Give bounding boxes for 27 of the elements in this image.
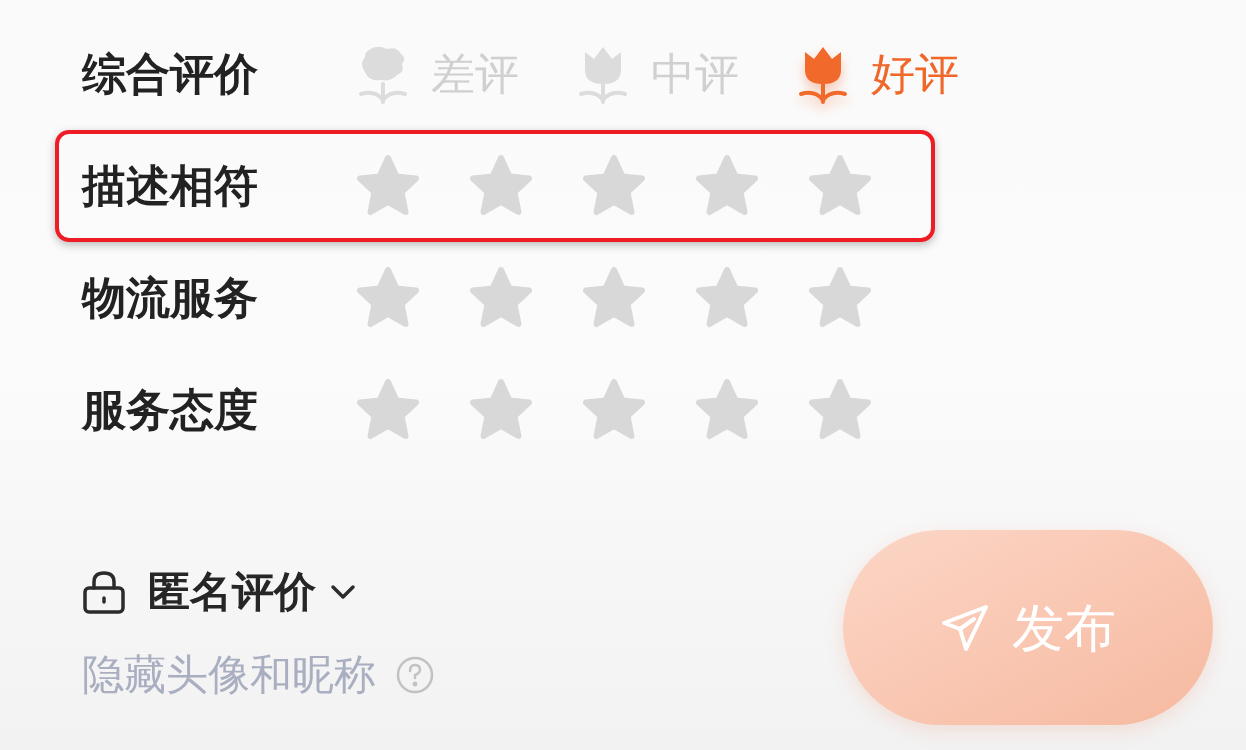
star-icon[interactable] — [468, 378, 534, 442]
star-icon[interactable] — [355, 266, 421, 330]
publish-button[interactable]: 发布 — [843, 530, 1213, 725]
rating-label: 描述相符 — [82, 164, 259, 208]
star-icon[interactable] — [581, 266, 647, 330]
rating-label: 物流服务 — [82, 276, 259, 320]
anonymous-hint-text: 隐藏头像和昵称 — [82, 654, 376, 696]
star-icon[interactable] — [807, 378, 873, 442]
star-icon[interactable] — [807, 154, 873, 218]
star-icon[interactable] — [468, 154, 534, 218]
star-icon[interactable] — [355, 154, 421, 218]
anonymous-dropdown[interactable]: 匿名评价 — [148, 571, 356, 613]
star-icon[interactable] — [694, 378, 760, 442]
star-icon[interactable] — [807, 266, 873, 330]
lock-icon — [82, 570, 126, 614]
star-icon[interactable] — [694, 154, 760, 218]
rating-label: 服务态度 — [82, 388, 259, 432]
star-icon[interactable] — [468, 266, 534, 330]
star-icon[interactable] — [355, 378, 421, 442]
paper-plane-icon — [940, 602, 990, 653]
star-icon[interactable] — [581, 154, 647, 218]
overall-rating-option[interactable]: 好评 — [795, 44, 959, 104]
chevron-down-icon — [330, 584, 356, 600]
star-icon[interactable] — [581, 378, 647, 442]
star-icon[interactable] — [694, 266, 760, 330]
rating-label: 综合评价 — [82, 52, 259, 96]
help-icon[interactable] — [396, 656, 434, 694]
